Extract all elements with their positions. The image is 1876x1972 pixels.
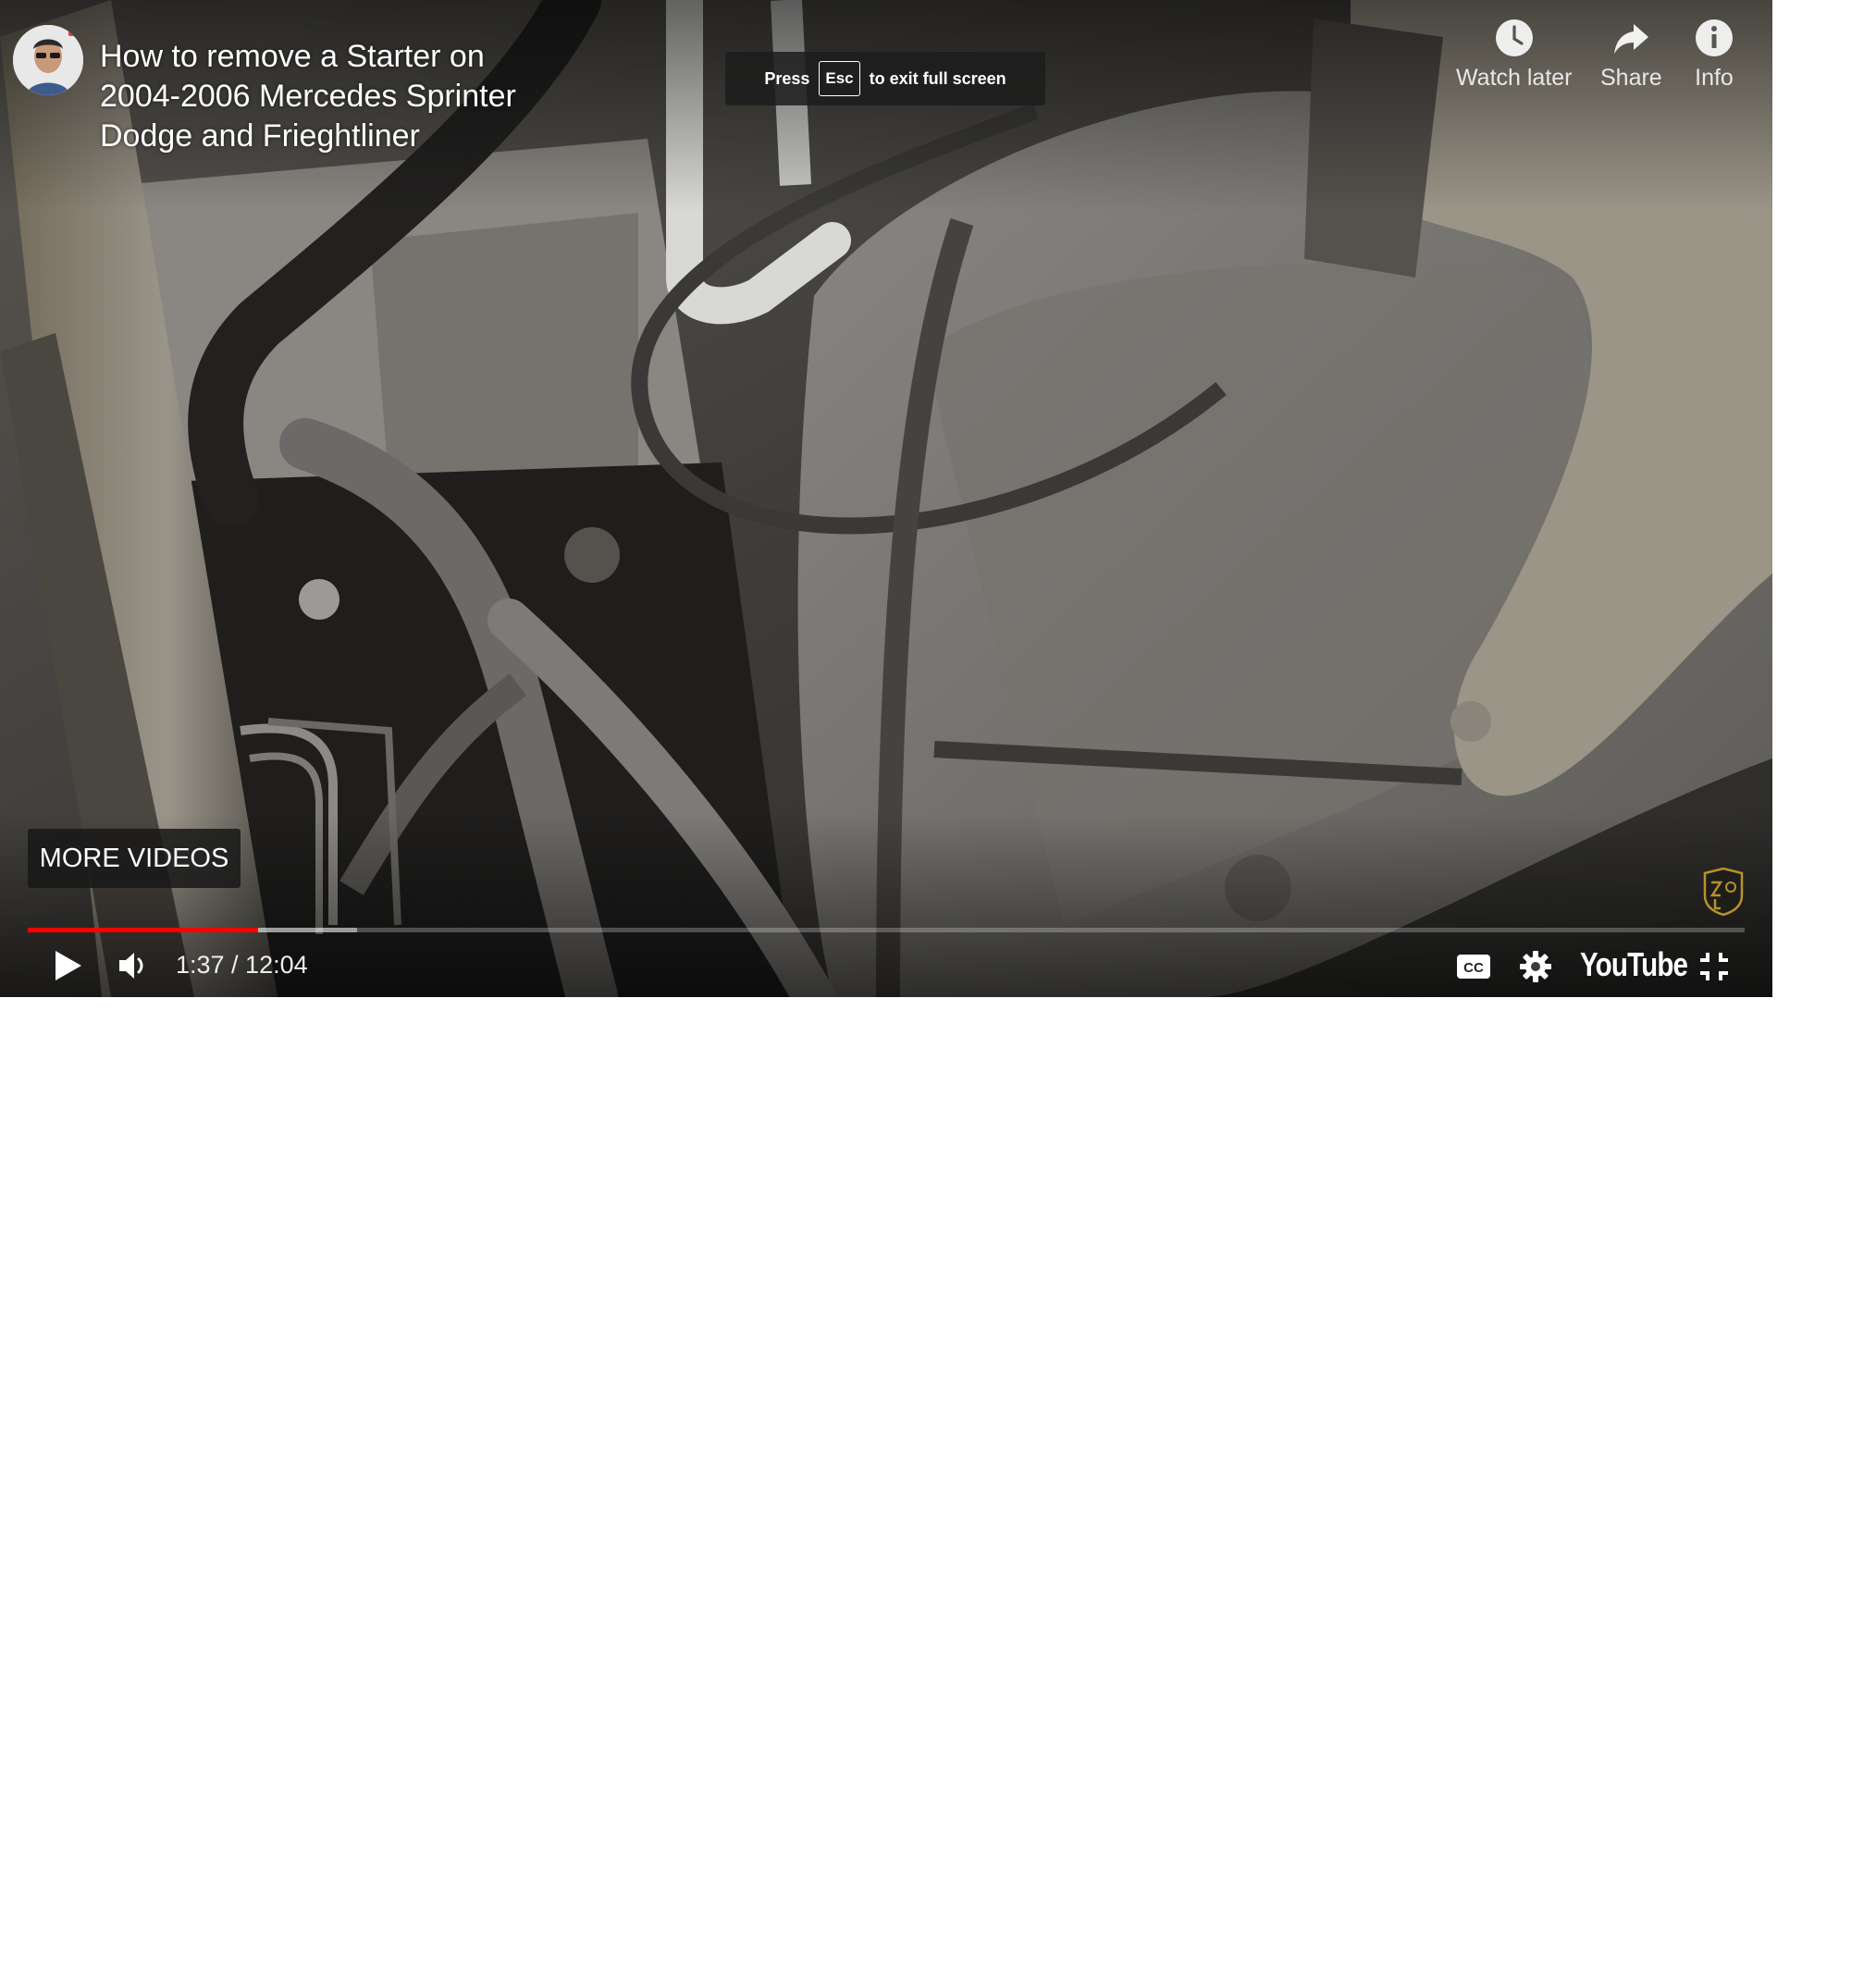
share-arrow-icon [1614, 24, 1649, 54]
info-icon [1696, 19, 1733, 56]
info-button[interactable]: Info [1695, 18, 1734, 92]
settings-gear-icon[interactable] [1519, 950, 1552, 983]
volume-icon[interactable] [117, 949, 150, 982]
share-button[interactable]: Share [1600, 18, 1662, 92]
exit-fullscreen-toast: Press Esc to exit full screen [725, 52, 1045, 105]
channel-avatar[interactable] [13, 25, 83, 95]
clock-icon [1495, 19, 1533, 56]
exit-fullscreen-icon[interactable] [1698, 951, 1730, 982]
watch-later-label: Watch later [1456, 65, 1573, 91]
esc-key-badge: Esc [819, 61, 860, 96]
progress-bar[interactable] [28, 928, 1745, 932]
toast-press-text: Press [764, 68, 810, 88]
channel-watermark-icon[interactable] [1702, 868, 1745, 916]
share-label: Share [1600, 65, 1662, 91]
video-title[interactable]: How to remove a Starter on 2004-2006 Mer… [100, 37, 535, 156]
time-display: 1:37 / 12:04 [176, 951, 308, 979]
video-player[interactable]: How to remove a Starter on 2004-2006 Mer… [0, 0, 1772, 997]
avatar-portrait-icon [13, 25, 83, 95]
more-videos-button[interactable]: MORE VIDEOS [28, 829, 241, 888]
watch-later-button[interactable]: Watch later [1456, 18, 1573, 92]
toast-suffix-text: to exit full screen [869, 68, 1006, 88]
closed-captions-icon[interactable]: CC [1456, 953, 1491, 980]
progress-played [28, 928, 258, 932]
info-label: Info [1695, 65, 1734, 91]
svg-text:CC: CC [1463, 960, 1484, 976]
youtube-logo[interactable]: YouTube [1580, 945, 1688, 984]
play-icon[interactable] [52, 949, 83, 982]
